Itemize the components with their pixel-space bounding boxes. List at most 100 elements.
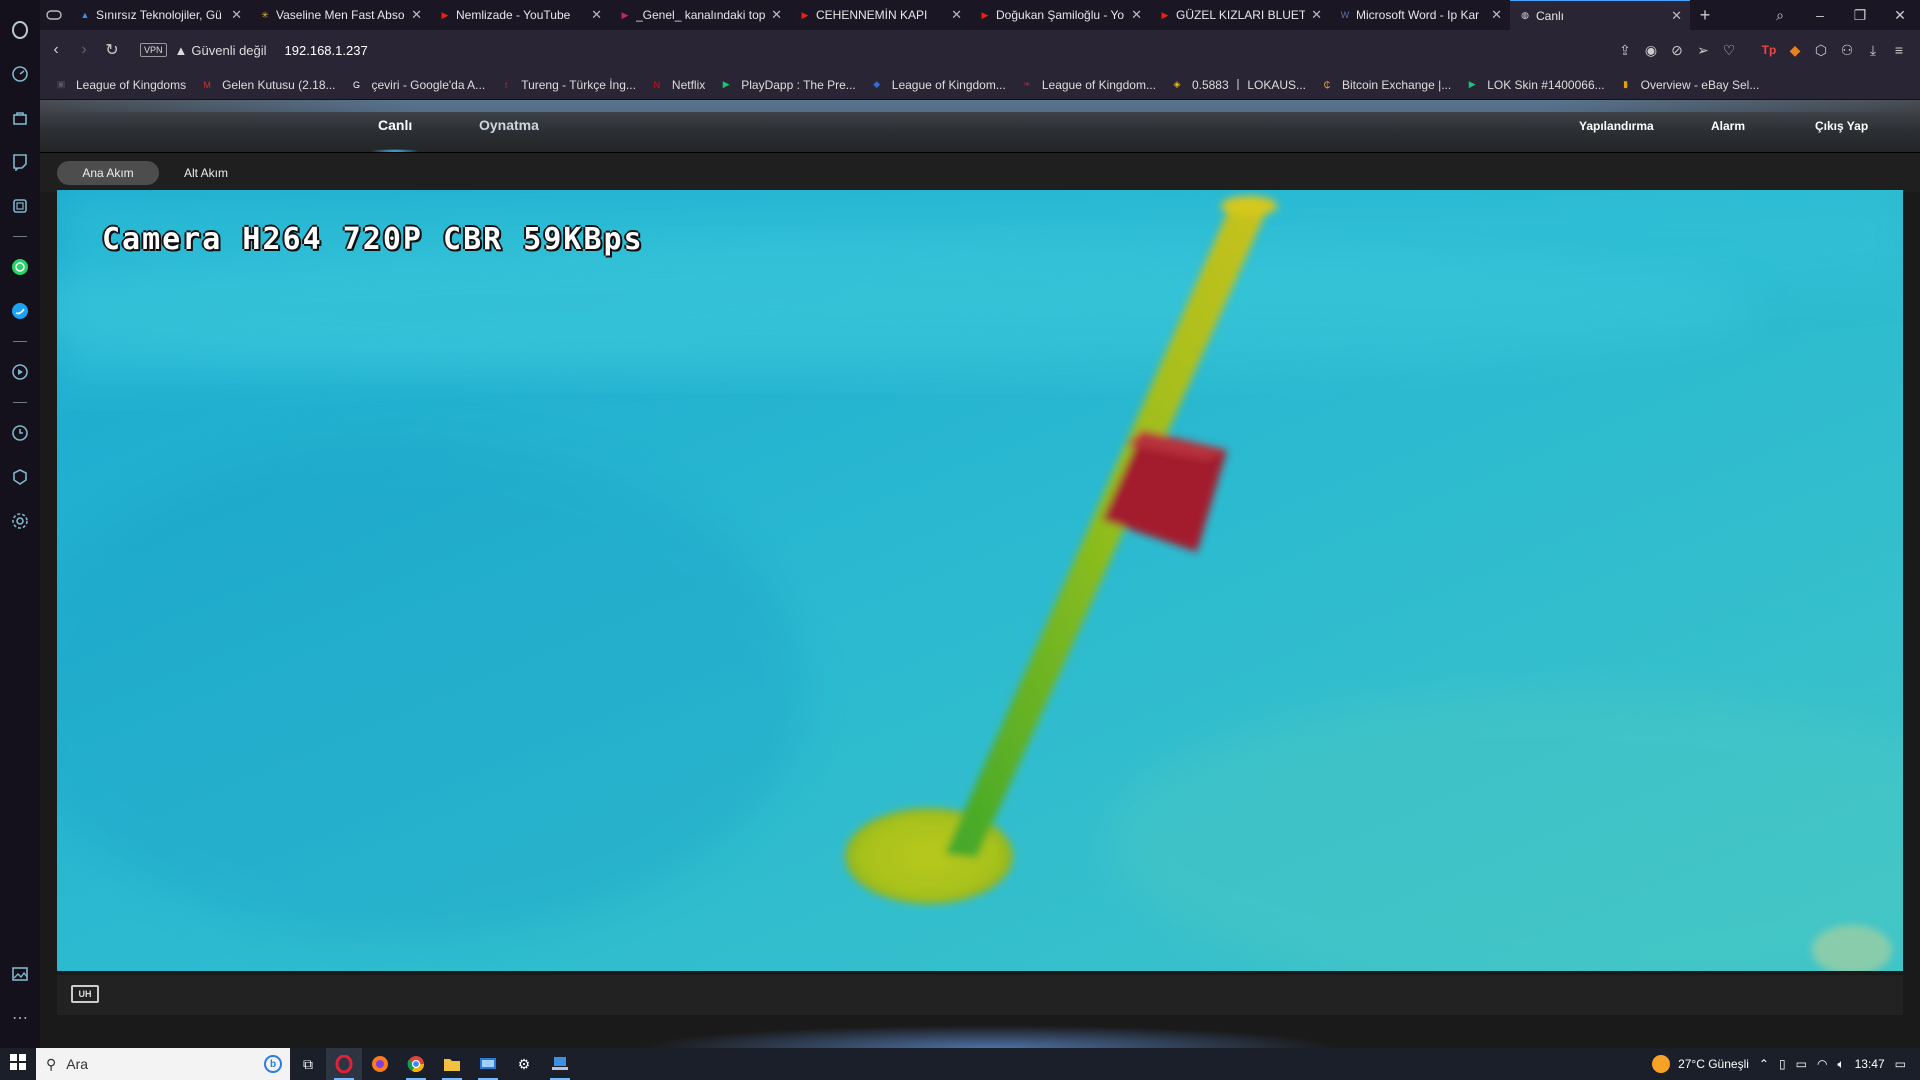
bookmark-item[interactable]: M Gelen Kutusu (2.18... — [200, 78, 335, 92]
forward-button[interactable]: › — [70, 41, 98, 59]
browser-tab[interactable]: ▶ Doğukan Şamiloğlu - Yo ✕ — [970, 0, 1150, 30]
twitter-icon[interactable] — [8, 299, 32, 323]
bing-icon[interactable]: b — [264, 1055, 282, 1073]
tab-playback[interactable]: Oynatma — [479, 117, 539, 133]
live-video-feed[interactable]: Camera H264 720P CBR 59KBps — [57, 190, 1903, 971]
tray-overflow-icon[interactable]: ⌃ — [1759, 1057, 1769, 1071]
browser-tab[interactable]: W Microsoft Word - Ip Kar ✕ — [1330, 0, 1510, 30]
weather-text[interactable]: 27°C Güneşli — [1678, 1057, 1749, 1071]
volume-icon[interactable]: 🔈︎ — [1837, 1057, 1844, 1072]
battery-icon[interactable]: ▭ — [1796, 1057, 1807, 1071]
shopping-icon[interactable] — [8, 106, 32, 130]
taskbar-search[interactable]: ⚲ Ara b — [36, 1048, 290, 1080]
new-tab-button[interactable]: + — [1690, 0, 1720, 30]
browser-tab[interactable]: ▶ Nemlizade - YouTube ✕ — [430, 0, 610, 30]
weather-sun-icon[interactable] — [1652, 1055, 1671, 1073]
cube-extension-icon[interactable]: ⬡ — [1808, 42, 1834, 59]
whatsapp-icon[interactable] — [8, 255, 32, 279]
download-icon[interactable]: ⤓ — [1860, 42, 1886, 59]
main-stream-button[interactable]: Ana Akım — [57, 161, 159, 185]
browser-tab[interactable]: ▲ Sınırsız Teknolojiler, Gü ✕ — [70, 0, 250, 30]
notification-icon[interactable]: ▭ — [1895, 1057, 1906, 1071]
bookmark-heart-icon[interactable]: ♡ — [1716, 42, 1742, 59]
share-icon[interactable]: ⇪ — [1612, 42, 1638, 59]
tab-title: Canlı — [1536, 8, 1565, 23]
close-window-button[interactable]: ✕ — [1880, 7, 1920, 24]
security-warning[interactable]: ▲ Güvenli değil — [175, 43, 267, 58]
tab-live[interactable]: Canlı — [369, 117, 421, 153]
bookmark-item[interactable]: t Tureng - Türkçe İng... — [499, 78, 636, 92]
tab-close-icon[interactable]: ✕ — [231, 7, 242, 23]
browser-tab[interactable]: ✳ Vaseline Men Fast Abso ✕ — [250, 0, 430, 30]
browser-tab[interactable]: ▶ GÜZEL KIZLARI BLUETO ✕ — [1150, 0, 1330, 30]
browser-tab[interactable]: ▶ CEHENNEMİN KAPI ✕ — [790, 0, 970, 30]
snapshot-icon[interactable]: ◉ — [1638, 42, 1664, 59]
network-app-icon[interactable] — [542, 1048, 578, 1080]
extensions-icon[interactable] — [8, 465, 32, 489]
bookmark-item[interactable]: ▶ LOK Skin #1400066... — [1465, 78, 1605, 92]
history-icon[interactable] — [8, 421, 32, 445]
bookmark-favicon-icon: ▶ — [722, 79, 730, 89]
bookmark-item[interactable]: ₵ Bitcoin Exchange |... — [1320, 78, 1451, 92]
adblock-icon[interactable]: ⊘ — [1664, 42, 1690, 59]
firefox-taskbar-icon[interactable] — [362, 1048, 398, 1080]
profile-icon[interactable]: ⚇ — [1834, 42, 1860, 59]
phone-link-icon[interactable]: ▯ — [1779, 1057, 1786, 1071]
config-link[interactable]: Yapılandırma — [1579, 119, 1654, 133]
file-explorer-icon[interactable] — [434, 1048, 470, 1080]
bookmark-item[interactable]: ▣ League of Kingdoms — [54, 78, 186, 92]
reload-button[interactable]: ↻ — [98, 40, 126, 60]
start-button[interactable] — [0, 1053, 36, 1075]
send-icon[interactable]: ➢ — [1690, 42, 1716, 59]
bookmark-item[interactable]: ❧ League of Kingdom... — [1020, 78, 1156, 92]
tp-extension-icon[interactable]: Tp — [1756, 43, 1782, 57]
restore-button[interactable]: ❐ — [1840, 7, 1880, 24]
chrome-taskbar-icon[interactable] — [398, 1048, 434, 1080]
tab-close-icon[interactable]: ✕ — [1671, 8, 1682, 24]
tab-close-icon[interactable]: ✕ — [951, 7, 962, 23]
tab-favicon-icon: ✳ — [261, 9, 269, 20]
tab-close-icon[interactable]: ✕ — [1131, 7, 1142, 23]
clock[interactable]: 13:47 — [1855, 1057, 1885, 1071]
wifi-icon[interactable]: ◠ — [1817, 1057, 1827, 1071]
remote-app-icon[interactable] — [470, 1048, 506, 1080]
logout-link[interactable]: Çıkış Yap — [1815, 119, 1868, 133]
settings-icon[interactable] — [8, 509, 32, 533]
url-field[interactable]: 192.168.1.237 — [285, 43, 368, 58]
gallery-icon[interactable] — [8, 962, 32, 986]
vpn-badge[interactable]: VPN — [140, 43, 167, 57]
bookmark-item[interactable]: ◆ League of Kingdom... — [870, 78, 1006, 92]
crypto-wallet-icon[interactable] — [8, 194, 32, 218]
sub-stream-button[interactable]: Alt Akım — [158, 161, 254, 185]
bookmark-item[interactable]: N Netflix — [650, 78, 706, 92]
task-view-icon[interactable]: ⧉ — [290, 1048, 326, 1080]
settings-taskbar-icon[interactable]: ⚙ — [506, 1048, 542, 1080]
back-button[interactable]: ‹ — [42, 41, 70, 59]
minimize-button[interactable]: – — [1800, 7, 1840, 23]
easy-setup-icon[interactable]: ≡ — [1886, 42, 1912, 58]
speed-dial-icon[interactable] — [8, 62, 32, 86]
tab-close-icon[interactable]: ✕ — [1311, 7, 1322, 23]
search-tabs-icon[interactable]: ⌕ — [1760, 7, 1800, 24]
tab-close-icon[interactable]: ✕ — [771, 7, 782, 23]
stream-quality-icon[interactable]: UH — [71, 985, 99, 1003]
metamask-icon[interactable]: ◆ — [1782, 42, 1808, 59]
bookmark-item[interactable]: ▮ Overview - eBay Sel... — [1619, 78, 1759, 92]
tab-close-icon[interactable]: ✕ — [591, 7, 602, 23]
tab-close-icon[interactable]: ✕ — [1491, 7, 1502, 23]
browser-tab[interactable]: ▶ _Genel_ kanalındaki top ✕ — [610, 0, 790, 30]
more-options-icon[interactable]: ⋯ — [8, 1006, 32, 1030]
twitch-icon[interactable] — [8, 150, 32, 174]
bookmark-item[interactable]: ▶ PlayDapp : The Pre... — [719, 78, 856, 92]
opera-taskbar-icon[interactable] — [326, 1048, 362, 1080]
bookmark-item[interactable]: Gçeviri - Google'da A... — [350, 78, 485, 92]
bookmark-favicon-icon: M — [203, 79, 211, 90]
bookmark-favicon-icon: ▮ — [1623, 79, 1629, 89]
player-icon[interactable] — [8, 360, 32, 384]
tab-menu-icon[interactable] — [40, 0, 70, 30]
browser-tab[interactable]: ◍ Canlı ✕ — [1510, 0, 1690, 30]
alarm-link[interactable]: Alarm — [1711, 119, 1745, 133]
opera-logo-icon[interactable] — [8, 18, 32, 42]
tab-close-icon[interactable]: ✕ — [411, 7, 422, 23]
bookmark-item[interactable]: ◈ 0.5883 丨 LOKAUS... — [1170, 76, 1306, 93]
